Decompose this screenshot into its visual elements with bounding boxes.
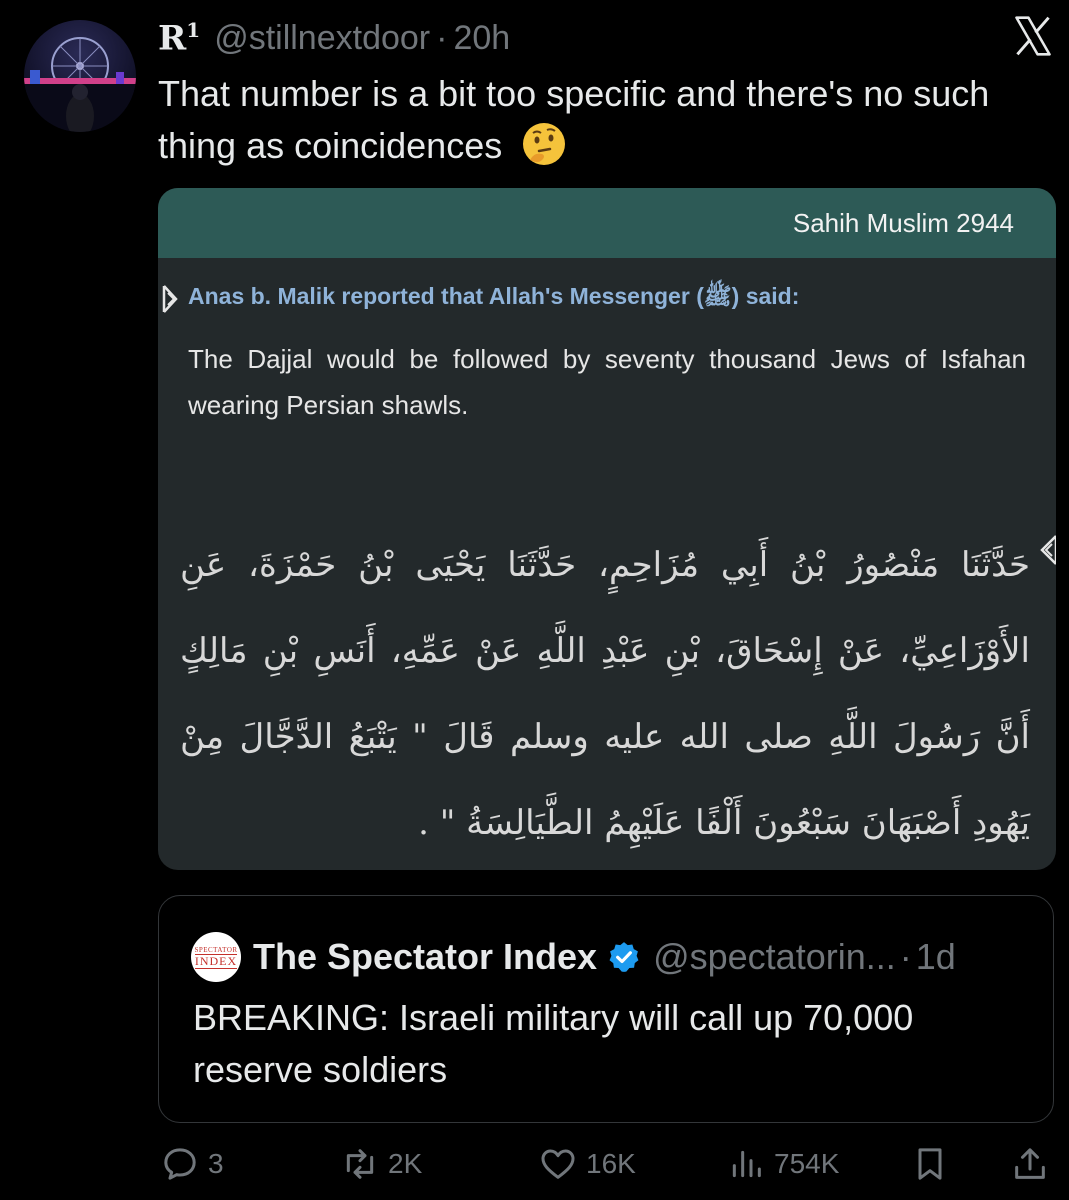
quote-marker-icon bbox=[162, 285, 178, 313]
hadith-english-text: The Dajjal would be followed by seventy … bbox=[188, 344, 1026, 420]
tweet-text: That number is a bit too specific and th… bbox=[158, 68, 1038, 172]
logo-text-bottom: INDEX bbox=[194, 953, 238, 969]
quoted-separator: · bbox=[899, 936, 912, 977]
views-button[interactable]: 754K bbox=[726, 1144, 839, 1184]
bookmark-icon bbox=[918, 1148, 942, 1180]
repost-button[interactable]: 2K bbox=[340, 1144, 422, 1184]
logo-text-top: SPECTATOR bbox=[194, 945, 238, 954]
analytics-icon bbox=[732, 1150, 761, 1178]
quoted-author-name[interactable]: The Spectator Index bbox=[253, 936, 597, 978]
repost-icon bbox=[346, 1149, 374, 1179]
share-button[interactable] bbox=[1010, 1144, 1058, 1184]
author-name[interactable]: R1 bbox=[158, 18, 200, 58]
narrator-text: Anas b. Malik reported that Allah's Mess… bbox=[188, 283, 800, 309]
bookmark-button[interactable] bbox=[910, 1144, 958, 1184]
quoted-avatar[interactable]: SPECTATOR INDEX bbox=[191, 932, 241, 982]
like-count: 16K bbox=[586, 1148, 636, 1179]
quoted-time[interactable]: 1d bbox=[916, 936, 956, 978]
quoted-tweet-text: BREAKING: Israeli military will call up … bbox=[193, 997, 914, 1090]
reply-count: 3 bbox=[208, 1148, 224, 1179]
hadith-narrator: Anas b. Malik reported that Allah's Mess… bbox=[162, 282, 800, 316]
hadith-source-header: Sahih Muslim 2944 bbox=[158, 188, 1056, 258]
hadith-arabic-text: حَدَّثَنَا مَنْصُورُ بْنُ أَبِي مُزَاحِم… bbox=[180, 545, 1030, 843]
header-separator: · bbox=[436, 19, 448, 58]
quoted-tweet-header: SPECTATOR INDEX The Spectator Index @spe… bbox=[191, 932, 956, 982]
repost-count: 2K bbox=[388, 1148, 423, 1179]
avatar[interactable] bbox=[24, 20, 136, 132]
view-count: 754K bbox=[774, 1148, 840, 1179]
reply-button[interactable]: 3 bbox=[160, 1144, 224, 1184]
hadith-source: Sahih Muslim 2944 bbox=[792, 207, 1014, 238]
quoted-author-handle[interactable]: @spectatorin... bbox=[653, 936, 896, 978]
x-logo-icon[interactable] bbox=[1011, 14, 1055, 58]
share-icon bbox=[1015, 1148, 1045, 1179]
reply-icon bbox=[164, 1148, 196, 1180]
verified-badge-icon bbox=[609, 942, 639, 972]
like-button[interactable]: 16K bbox=[538, 1144, 636, 1184]
tweet-header: R1 @stillnextdoor · 20h bbox=[158, 18, 510, 62]
heart-icon bbox=[541, 1149, 575, 1179]
action-bar: 3 2K 16K 754K bbox=[158, 1144, 1058, 1192]
quoted-tweet[interactable]: SPECTATOR INDEX The Spectator Index @spe… bbox=[158, 895, 1054, 1123]
tweet-time[interactable]: 20h bbox=[453, 19, 510, 58]
quote-marker-icon bbox=[1040, 535, 1056, 565]
thinking-face-icon bbox=[523, 123, 566, 165]
author-handle[interactable]: @stillnextdoor bbox=[214, 19, 430, 58]
hadith-image[interactable]: Sahih Muslim 2944 Anas b. Malik reported… bbox=[158, 188, 1056, 870]
tweet-body: That number is a bit too specific and th… bbox=[158, 73, 990, 166]
